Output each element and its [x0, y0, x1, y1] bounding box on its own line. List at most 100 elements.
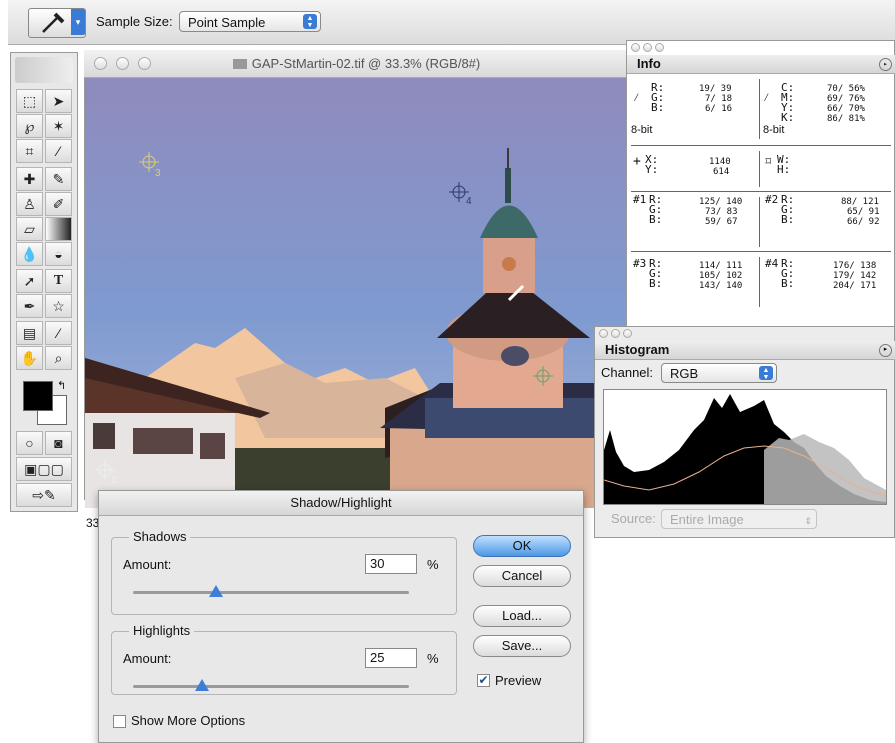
palette-menu-icon[interactable]: ▸: [879, 58, 892, 71]
info-zoom-icon[interactable]: [655, 43, 664, 52]
ok-button[interactable]: OK: [473, 535, 571, 557]
source-select[interactable]: Entire Image ⇕: [661, 509, 817, 529]
source-label: Source:: [611, 511, 656, 526]
brush-tool-icon[interactable]: ✎: [45, 167, 72, 191]
jump-to-imageready-icon[interactable]: ⇨✎: [16, 483, 72, 507]
toolbox: ⬚ ➤ ℘ ✶ ⌗ ⁄ ✚ ✎ ♙ ✐ ▱ 💧 ◒ ➚ T ✒ ☆ ▤ ⁄ ✋ …: [10, 52, 78, 512]
hand-tool-icon[interactable]: ✋: [16, 346, 43, 370]
eyedropper-tool-icon[interactable]: ⁄: [45, 321, 72, 345]
histogram-close-icon[interactable]: [599, 329, 608, 338]
stamp-tool-icon[interactable]: ♙: [16, 192, 43, 216]
sampler-2-channel-labels: R: G: B:: [781, 193, 795, 226]
shape-tool-icon[interactable]: ☆: [45, 294, 72, 318]
select-stepper-icon: ▲ ▼: [759, 366, 773, 381]
document-title-bar[interactable]: GAP-StMartin-02.tif @ 33.3% (RGB/8#): [84, 50, 629, 78]
info-c-value: 70/ 56%: [827, 84, 865, 94]
histogram-palette: Histogram ▸ Channel: RGB ▲ ▼ Source: Enti…: [594, 326, 895, 538]
chevron-down-icon[interactable]: ▾: [71, 9, 85, 35]
show-more-options-checkbox[interactable]: [113, 715, 126, 728]
info-k-value: 86/ 81%: [827, 114, 865, 124]
info-y-value: 66/ 70%: [827, 104, 865, 114]
sampler-1-label: #1: [633, 193, 647, 206]
sample-size-select[interactable]: Point Sample ▲ ▼: [179, 11, 321, 32]
histogram-graph: [603, 389, 887, 505]
close-window-icon[interactable]: [94, 57, 107, 70]
zoom-tool-icon[interactable]: ⌕: [45, 346, 72, 370]
highlights-amount-input[interactable]: 25: [365, 648, 417, 668]
magic-wand-tool-icon[interactable]: ✶: [45, 114, 72, 138]
move-tool-icon[interactable]: ➤: [45, 89, 72, 113]
histogram-zoom-icon[interactable]: [623, 329, 632, 338]
shadows-amount-label: Amount:: [123, 557, 172, 572]
minimize-window-icon[interactable]: [116, 57, 129, 70]
healing-tool-icon[interactable]: ✚: [16, 167, 43, 191]
history-brush-icon[interactable]: ✐: [45, 192, 72, 216]
options-bar: ▾ Sample Size: Point Sample ▲ ▼: [8, 0, 895, 45]
document-file-icon: [232, 59, 247, 69]
blur-tool-icon[interactable]: 💧: [16, 242, 43, 266]
eyedropper-icon: ⁄: [763, 91, 770, 104]
eyedropper-icon: ⁄: [633, 91, 640, 104]
sampler-3-label: 3: [155, 168, 161, 179]
standard-mode-icon[interactable]: ○: [16, 431, 43, 455]
preview-checkbox[interactable]: ✔: [477, 674, 490, 687]
histogram-tab[interactable]: Histogram ▸: [595, 341, 895, 360]
histogram-minimize-icon[interactable]: [611, 329, 620, 338]
foreground-color-swatch-top: [23, 381, 53, 411]
marquee-tool-icon[interactable]: ⬚: [16, 89, 43, 113]
preview-label: Preview: [495, 673, 542, 688]
sampler-4-r: 176/ 138: [833, 261, 877, 271]
shadows-slider-thumb[interactable]: [208, 585, 223, 597]
channel-label: Channel:: [601, 365, 654, 380]
pen-tool-icon[interactable]: ✒: [16, 294, 43, 318]
sampler-4-label-info: #4: [765, 257, 779, 270]
highlights-slider-track[interactable]: [133, 685, 409, 688]
crosshair-icon: +: [633, 154, 641, 169]
histogram-tab-label: Histogram: [605, 342, 670, 357]
info-tab-label: Info: [637, 56, 661, 71]
source-value: Entire Image: [670, 512, 744, 527]
load-button[interactable]: Load...: [473, 605, 571, 627]
swap-colors-icon[interactable]: ↰: [57, 379, 66, 392]
info-r-value: 19/ 39: [699, 84, 732, 94]
save-button[interactable]: Save...: [473, 635, 571, 657]
eraser-tool-icon[interactable]: ▱: [16, 217, 43, 241]
gradient-tool-icon[interactable]: [45, 217, 72, 241]
type-tool-icon[interactable]: T: [45, 269, 72, 293]
info-minimize-icon[interactable]: [643, 43, 652, 52]
crop-tool-icon[interactable]: ⌗: [16, 139, 43, 163]
highlights-unit: %: [427, 651, 439, 666]
info-tab[interactable]: Info ▸: [627, 55, 895, 74]
path-select-tool-icon[interactable]: ➚: [16, 269, 43, 293]
info-palette: Info ▸ R: G: B: ⁄ 19/ 39 7/ 18 6/ 16 8-bit…: [626, 40, 895, 330]
zoom-window-icon[interactable]: [138, 57, 151, 70]
shadows-unit: %: [427, 557, 439, 572]
tool-preset-picker[interactable]: ▾: [28, 8, 86, 38]
highlights-amount-label: Amount:: [123, 651, 172, 666]
slice-tool-icon[interactable]: ⁄: [45, 139, 72, 163]
info-rgb-labels: R: G: B:: [651, 81, 665, 114]
info-x-value: 1140: [709, 157, 731, 167]
sampler-4-b: 204/ 171: [833, 281, 877, 291]
sampler-3-label-info: #3: [633, 257, 647, 270]
sample-size-value: Point Sample: [188, 15, 266, 30]
lasso-tool-icon[interactable]: ℘: [16, 114, 43, 138]
dodge-tool-icon[interactable]: ◒: [45, 242, 72, 266]
church-photo: 3 4 2: [85, 78, 628, 508]
sampler-1-b: 59/ 67: [705, 217, 738, 227]
shadows-amount-input[interactable]: 30: [365, 554, 417, 574]
quick-mask-mode-icon[interactable]: ◙: [45, 431, 72, 455]
cancel-button[interactable]: Cancel: [473, 565, 571, 587]
sampler-3-g: 105/ 102: [699, 271, 743, 281]
screen-mode-icon[interactable]: ▣▢▢: [16, 457, 72, 481]
shadows-slider-track[interactable]: [133, 591, 409, 594]
highlights-slider-thumb[interactable]: [195, 679, 209, 691]
channel-select[interactable]: RGB ▲ ▼: [661, 363, 777, 383]
palette-menu-icon[interactable]: ▸: [879, 344, 892, 357]
select-stepper-icon: ⇕: [804, 516, 812, 526]
notes-tool-icon[interactable]: ▤: [16, 321, 43, 345]
info-close-icon[interactable]: [631, 43, 640, 52]
selection-size-icon: ⌑: [765, 155, 772, 168]
photo-canvas[interactable]: 3 4 2: [85, 78, 628, 508]
sampler-4-g: 179/ 142: [833, 271, 877, 281]
